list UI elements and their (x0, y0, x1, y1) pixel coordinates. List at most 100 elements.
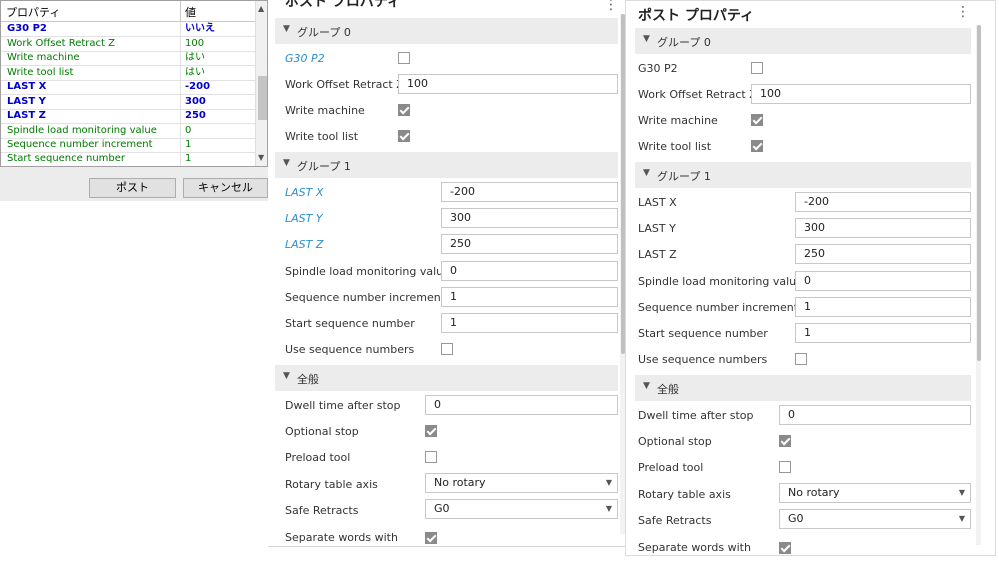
row-value[interactable]: 1 (185, 138, 191, 152)
g30-p2-checkbox[interactable] (398, 52, 410, 64)
safe-retracts-select[interactable]: G0 ▼ (779, 509, 971, 529)
preload-tool-checkbox[interactable] (779, 461, 791, 473)
rotary-axis-select[interactable]: No rotary ▼ (425, 473, 618, 493)
header-property[interactable]: プロパティ (6, 4, 60, 20)
last-x-field[interactable]: -200 (795, 192, 971, 212)
post-button[interactable]: ポスト (89, 178, 176, 198)
row-value[interactable]: 300 (185, 95, 206, 109)
seq-increment-field[interactable]: 1 (441, 287, 618, 307)
caret-down-icon: ▼ (958, 514, 965, 523)
table-row[interactable]: Write machine はい (1, 51, 255, 66)
preload-tool-checkbox[interactable] (425, 451, 437, 463)
table-row[interactable]: LAST Y 300 (1, 95, 255, 110)
triangle-down-icon: ▼ (643, 34, 650, 44)
last-z-field[interactable]: 250 (441, 234, 618, 254)
group-header-0[interactable]: ▼ グループ 0 (275, 18, 618, 44)
separate-words-checkbox[interactable] (425, 532, 437, 544)
row-value[interactable]: はい (185, 51, 205, 65)
table-row[interactable]: Start sequence number 1 (1, 152, 255, 166)
grid-header: プロパティ 値 (1, 1, 255, 22)
optional-stop-checkbox[interactable] (779, 435, 791, 447)
group-header-0[interactable]: ▼ グループ 0 (635, 28, 971, 54)
vertical-ellipsis-icon[interactable]: ⋮ (604, 0, 618, 13)
row-value[interactable]: いいえ (185, 22, 215, 36)
start-seq-label: Start sequence number (285, 317, 415, 330)
work-offset-field[interactable]: 100 (751, 84, 971, 104)
cancel-button[interactable]: キャンセル (183, 178, 268, 198)
grid-scrollbar[interactable]: ▲ ▼ (255, 1, 267, 166)
group-header-general[interactable]: ▼ 全般 (635, 375, 971, 401)
use-seq-label: Use sequence numbers (285, 343, 415, 356)
dwell-label: Dwell time after stop (638, 409, 754, 422)
write-tool-list-checkbox[interactable] (751, 140, 763, 152)
row-key: Sequence number increment (7, 139, 153, 150)
vertical-ellipsis-icon[interactable]: ⋮ (956, 4, 970, 20)
separate-words-label: Separate words with (285, 531, 398, 544)
table-row[interactable]: Work Offset Retract Z 100 (1, 37, 255, 52)
last-y-field[interactable]: 300 (795, 218, 971, 238)
group-header-general[interactable]: ▼ 全般 (275, 365, 618, 391)
write-machine-checkbox[interactable] (751, 114, 763, 126)
table-row[interactable]: Sequence number increment 1 (1, 138, 255, 153)
row-key: LAST X (7, 81, 47, 92)
row-value[interactable]: -200 (185, 80, 210, 94)
preload-tool-label: Preload tool (285, 451, 351, 464)
work-offset-field[interactable]: 100 (398, 74, 618, 94)
safe-retracts-value: G0 (434, 502, 450, 515)
post-properties-panel-a: ポスト プロパティ ⋮ ▼ グループ 0 G30 P2 Work Offset … (268, 0, 626, 547)
write-machine-checkbox[interactable] (398, 104, 410, 116)
group-label: グループ 0 (657, 36, 711, 49)
seq-increment-label: Sequence number increment (285, 291, 446, 304)
last-z-field[interactable]: 250 (795, 244, 971, 264)
safe-retracts-label: Safe Retracts (638, 514, 712, 527)
cutoff-row: Separate words with (268, 527, 625, 545)
row-value[interactable]: はい (185, 66, 205, 80)
start-seq-field[interactable]: 1 (441, 313, 618, 333)
group-header-1[interactable]: ▼ グループ 1 (635, 162, 971, 188)
use-seq-checkbox[interactable] (441, 343, 453, 355)
scroll-up-icon[interactable]: ▲ (258, 4, 264, 13)
use-seq-checkbox[interactable] (795, 353, 807, 365)
start-seq-field[interactable]: 1 (795, 323, 971, 343)
g30-p2-checkbox[interactable] (751, 62, 763, 74)
rotary-axis-select[interactable]: No rotary ▼ (779, 483, 971, 503)
dwell-field[interactable]: 0 (425, 395, 618, 415)
safe-retracts-value: G0 (788, 512, 804, 525)
rotary-axis-value: No rotary (434, 476, 486, 489)
preload-tool-label: Preload tool (638, 461, 704, 474)
legacy-property-dialog: プロパティ 値 G30 P2 いいえ Work Offset Retract Z 1… (0, 0, 268, 201)
table-row[interactable]: G30 P2 いいえ (1, 22, 255, 37)
header-value[interactable]: 値 (185, 4, 196, 20)
row-key: Spindle load monitoring value (7, 125, 157, 136)
seq-increment-field[interactable]: 1 (795, 297, 971, 317)
last-z-label: LAST Z (285, 238, 324, 251)
optional-stop-checkbox[interactable] (425, 425, 437, 437)
panel-scrollbar[interactable] (976, 25, 981, 545)
safe-retracts-label: Safe Retracts (285, 504, 359, 517)
row-key: Write machine (7, 52, 80, 63)
safe-retracts-select[interactable]: G0 ▼ (425, 499, 618, 519)
table-row[interactable]: Spindle load monitoring value 0 (1, 124, 255, 139)
table-row[interactable]: Write tool list はい (1, 66, 255, 81)
scroll-down-icon[interactable]: ▼ (258, 153, 264, 162)
row-value[interactable]: 0 (185, 124, 191, 138)
spindle-load-field[interactable]: 0 (441, 261, 618, 281)
spindle-load-field[interactable]: 0 (795, 271, 971, 291)
write-tool-list-checkbox[interactable] (398, 130, 410, 142)
last-y-field[interactable]: 300 (441, 208, 618, 228)
table-row[interactable]: LAST Z 250 (1, 109, 255, 124)
dwell-field[interactable]: 0 (779, 405, 971, 425)
row-value[interactable]: 100 (185, 37, 204, 51)
row-value[interactable]: 250 (185, 109, 206, 123)
last-x-field[interactable]: -200 (441, 182, 618, 202)
scroll-thumb[interactable] (977, 25, 981, 361)
table-row[interactable]: LAST X -200 (1, 80, 255, 95)
rotary-axis-label: Rotary table axis (285, 478, 378, 491)
write-machine-label: Write machine (285, 104, 365, 117)
group-header-1[interactable]: ▼ グループ 1 (275, 152, 618, 178)
work-offset-label: Work Offset Retract Z (285, 78, 404, 91)
row-value[interactable]: 1 (185, 152, 191, 166)
separate-words-checkbox[interactable] (779, 542, 791, 554)
triangle-down-icon: ▼ (643, 168, 650, 178)
scroll-thumb[interactable] (258, 76, 267, 120)
